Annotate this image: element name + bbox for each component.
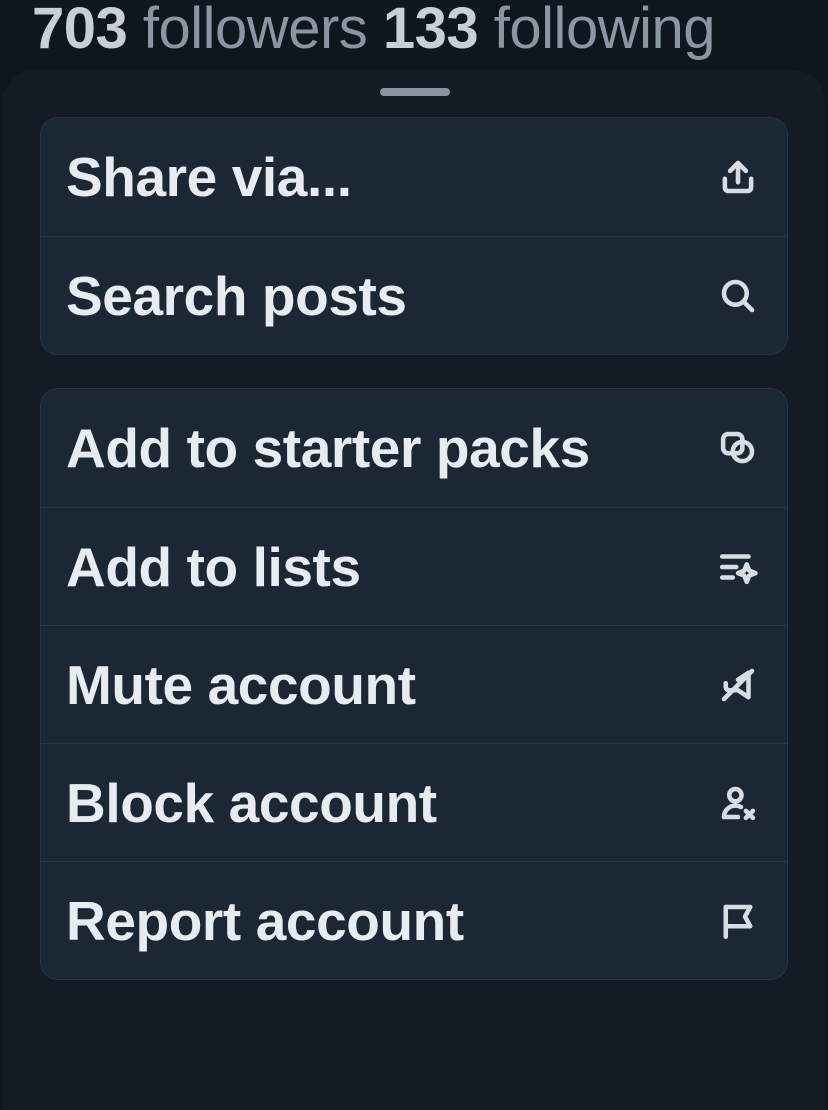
menu-item-add-to-starter-packs[interactable]: Add to starter packs bbox=[41, 389, 787, 507]
sheet-drag-handle[interactable] bbox=[380, 88, 450, 96]
menu-item-label: Add to lists bbox=[66, 535, 361, 598]
list-sparkle-icon bbox=[715, 544, 761, 590]
menu-item-add-to-lists[interactable]: Add to lists bbox=[41, 507, 787, 625]
following-count[interactable]: 133 bbox=[383, 0, 479, 61]
menu-item-label: Report account bbox=[66, 889, 464, 952]
search-icon bbox=[715, 273, 761, 319]
menu-item-share-via[interactable]: Share via... bbox=[41, 118, 787, 236]
action-sheet: Share via... Search posts Add to starter… bbox=[2, 70, 826, 1110]
menu-item-mute-account[interactable]: Mute account bbox=[41, 625, 787, 743]
menu-item-label: Search posts bbox=[66, 264, 407, 327]
starter-pack-icon bbox=[715, 425, 761, 471]
menu-item-report-account[interactable]: Report account bbox=[41, 861, 787, 979]
menu-item-label: Share via... bbox=[66, 146, 352, 208]
followers-count[interactable]: 703 bbox=[32, 0, 128, 61]
mute-icon bbox=[715, 662, 761, 708]
profile-stats: 703 followers 133 following bbox=[32, 0, 715, 64]
menu-item-label: Add to starter packs bbox=[66, 417, 590, 479]
share-icon bbox=[715, 154, 761, 200]
menu-item-search-posts[interactable]: Search posts bbox=[41, 236, 787, 354]
block-user-icon bbox=[715, 780, 761, 826]
following-label[interactable]: following bbox=[494, 0, 716, 61]
menu-group-primary: Share via... Search posts bbox=[40, 117, 788, 355]
flag-icon bbox=[715, 898, 761, 944]
menu-group-actions: Add to starter packs Add to lists Mute a… bbox=[40, 388, 788, 980]
menu-item-label: Block account bbox=[66, 771, 437, 834]
followers-label[interactable]: followers bbox=[143, 0, 368, 61]
menu-item-block-account[interactable]: Block account bbox=[41, 743, 787, 861]
menu-item-label: Mute account bbox=[66, 653, 416, 716]
